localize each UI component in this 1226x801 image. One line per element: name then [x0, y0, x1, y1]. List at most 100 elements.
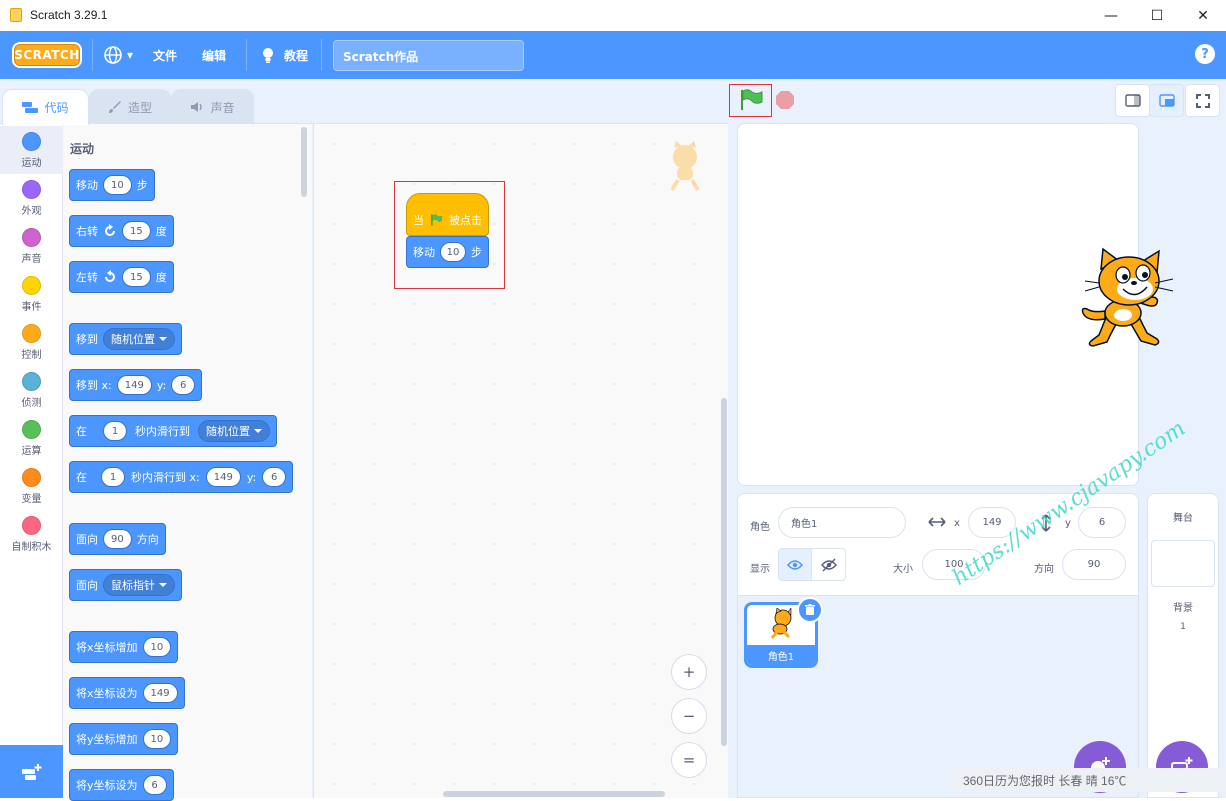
script-area[interactable] — [313, 123, 728, 798]
value-input[interactable]: 10 — [142, 637, 172, 657]
show-button[interactable] — [778, 548, 812, 581]
large-stage-icon — [1158, 94, 1175, 107]
block-point-towards[interactable]: 面向 鼠标指针 — [69, 569, 182, 601]
zoom-out-button[interactable]: − — [671, 698, 707, 734]
script-when-flag-clicked[interactable]: 当 被点击 — [406, 193, 489, 236]
sprite-thumbnail-icon — [770, 608, 792, 639]
tab-costumes[interactable]: 造型 — [89, 89, 171, 124]
green-flag-icon — [741, 89, 763, 110]
sprite-name-input[interactable]: 角色1 — [778, 507, 906, 538]
control-dot-icon — [22, 324, 41, 343]
edit-menu[interactable]: 编辑 — [202, 31, 226, 79]
y-input[interactable]: 6 — [262, 467, 287, 487]
category-control[interactable]: 控制 — [0, 318, 63, 366]
category-label: 侦测 — [21, 398, 42, 409]
minimize-button[interactable]: — — [1088, 0, 1134, 31]
glide-dropdown[interactable]: 随机位置 — [198, 420, 270, 442]
block-label: 度 — [155, 225, 167, 238]
category-my-blocks[interactable]: 自制积木 — [0, 510, 63, 558]
block-go-to[interactable]: 移到 随机位置 — [69, 323, 182, 355]
block-move-steps[interactable]: 移动 10 步 — [69, 169, 155, 201]
block-set-x[interactable]: 将x坐标设为 149 — [69, 677, 185, 709]
x-input[interactable]: 149 — [116, 375, 152, 395]
stage-thumbnail[interactable] — [1151, 540, 1215, 587]
lightbulb-icon — [263, 48, 273, 63]
block-glide-xy[interactable]: 在 1 秒内滑行到 x: 149 y: 6 — [69, 461, 294, 493]
block-point-direction[interactable]: 面向 90 方向 — [69, 523, 166, 555]
motion-dot-icon — [22, 132, 41, 151]
block-turn-right[interactable]: 右转 15 度 — [69, 215, 174, 247]
category-motion[interactable]: 运动 — [0, 126, 63, 174]
status-notification: 360日历为您报时 长春 晴 16℃ — [954, 768, 1226, 792]
block-label: y: — [246, 470, 257, 484]
tutorials-menu[interactable]: 教程 — [260, 31, 308, 79]
y-input[interactable]: 6 — [1078, 507, 1126, 538]
palette-scrollbar[interactable] — [301, 127, 307, 197]
script-vertical-scrollbar[interactable] — [721, 398, 727, 746]
value-input[interactable]: 149 — [142, 683, 178, 703]
category-operators[interactable]: 运算 — [0, 414, 63, 462]
zoom-in-button[interactable]: + — [671, 654, 707, 690]
tutorials-label: 教程 — [284, 48, 309, 63]
category-sensing[interactable]: 侦测 — [0, 366, 63, 414]
sprite-watermark-icon — [670, 141, 700, 192]
seconds-input[interactable]: 1 — [101, 467, 125, 487]
menu-divider — [92, 39, 93, 71]
category-sound[interactable]: 声音 — [0, 222, 63, 270]
script-move-steps[interactable]: 移动 10 步 — [406, 236, 489, 268]
tab-code[interactable]: 代码 — [2, 89, 89, 125]
looks-dot-icon — [22, 180, 41, 199]
block-label: 步 — [471, 246, 482, 259]
fullscreen-button[interactable] — [1185, 84, 1220, 117]
project-title-input[interactable]: Scratch作品 — [333, 40, 524, 71]
category-events[interactable]: 事件 — [0, 270, 63, 318]
steps-input[interactable]: 10 — [440, 242, 466, 262]
maximize-button[interactable]: ☐ — [1134, 0, 1180, 31]
tab-sounds[interactable]: 声音 — [171, 89, 254, 124]
cat-sprite[interactable] — [1077, 247, 1177, 351]
file-menu[interactable]: 文件 — [153, 31, 177, 79]
menu-bar: SCRATCH ▾ 文件 编辑 教程 Scratch作品 ? — [0, 31, 1226, 79]
category-variables[interactable]: 变量 — [0, 462, 63, 510]
script-horizontal-scrollbar[interactable] — [443, 791, 665, 797]
language-menu[interactable]: ▾ — [103, 31, 133, 79]
category-label: 外观 — [21, 206, 42, 217]
add-extension-button[interactable] — [0, 745, 63, 798]
hide-button[interactable] — [811, 548, 846, 581]
green-flag-button[interactable] — [739, 89, 765, 114]
close-button[interactable]: ✕ — [1180, 0, 1226, 31]
small-stage-button[interactable] — [1115, 84, 1150, 117]
towards-dropdown[interactable]: 鼠标指针 — [103, 574, 175, 596]
degrees-input[interactable]: 15 — [122, 221, 151, 241]
operators-dot-icon — [22, 420, 41, 439]
stop-button[interactable] — [775, 90, 795, 113]
value-input[interactable]: 6 — [142, 775, 167, 795]
scratch-logo[interactable]: SCRATCH — [12, 42, 82, 68]
block-glide-to[interactable]: 在 1 秒内滑行到 随机位置 — [69, 415, 277, 447]
block-set-y[interactable]: 将y坐标设为 6 — [69, 769, 174, 801]
value-input[interactable]: 10 — [142, 729, 172, 749]
y-input[interactable]: 6 — [171, 375, 196, 395]
category-looks[interactable]: 外观 — [0, 174, 63, 222]
degrees-input[interactable]: 15 — [122, 267, 151, 287]
backdrops-label: 背景 — [1173, 603, 1193, 614]
large-stage-button[interactable] — [1149, 84, 1184, 117]
x-input[interactable]: 149 — [205, 467, 241, 487]
delete-sprite-button[interactable] — [797, 597, 823, 623]
seconds-input[interactable]: 1 — [103, 421, 127, 441]
category-label: 控制 — [21, 350, 42, 361]
speaker-icon — [191, 102, 203, 112]
zoom-reset-button[interactable]: = — [671, 742, 707, 778]
palette-heading: 运动 — [70, 142, 95, 156]
block-turn-left[interactable]: 左转 15 度 — [69, 261, 174, 293]
block-go-to-xy[interactable]: 移到 x: 149 y: 6 — [69, 369, 203, 401]
help-button[interactable]: ? — [1195, 44, 1215, 64]
go-to-dropdown[interactable]: 随机位置 — [103, 328, 175, 350]
block-label: 移到 x: — [76, 379, 112, 392]
block-change-y[interactable]: 将y坐标增加 10 — [69, 723, 179, 755]
code-icon — [22, 101, 39, 113]
steps-input[interactable]: 10 — [103, 175, 132, 195]
direction-input[interactable]: 90 — [103, 529, 132, 549]
block-change-x[interactable]: 将x坐标增加 10 — [69, 631, 179, 663]
direction-input[interactable]: 90 — [1062, 549, 1126, 580]
